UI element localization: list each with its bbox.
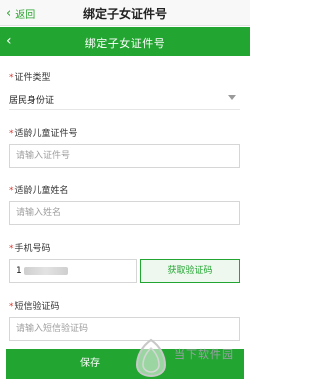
child-name-label: *适龄儿童姓名 — [9, 183, 69, 196]
required-mark: * — [9, 186, 14, 196]
bind-form: *证件类型 居民身份证 *适龄儿童证件号 请输入证件号 *适龄儿童姓名 请输入姓… — [0, 56, 250, 387]
child-id-input[interactable]: 请输入证件号 — [9, 144, 240, 168]
required-mark: * — [9, 129, 14, 139]
phone-value: 1 — [16, 266, 22, 276]
child-name-input[interactable]: 请输入姓名 — [9, 201, 240, 225]
page-title: 绑定子女证件号 — [84, 37, 166, 50]
child-id-label: *适龄儿童证件号 — [9, 126, 78, 139]
save-label: 保存 — [80, 358, 100, 369]
phone-label: *手机号码 — [9, 241, 51, 254]
child-name-placeholder: 请输入姓名 — [16, 208, 62, 218]
system-top-bar: ‹ 返回 绑定子女证件号 — [0, 0, 250, 26]
get-code-button[interactable]: 获取验证码 — [140, 259, 240, 283]
top-title: 绑定子女证件号 — [82, 7, 167, 21]
watermark: 当下软件园 — [130, 336, 242, 380]
sms-code-label-text: 短信验证码 — [14, 302, 60, 312]
id-type-label-text: 证件类型 — [14, 73, 51, 83]
phone-input[interactable]: 1 — [9, 259, 137, 283]
id-type-value: 居民身份证 — [9, 96, 55, 106]
child-id-placeholder: 请输入证件号 — [16, 151, 71, 161]
child-id-label-text: 适龄儿童证件号 — [14, 129, 78, 139]
id-type-select[interactable]: 居民身份证 — [9, 86, 240, 110]
watermark-logo-icon — [135, 338, 167, 378]
watermark-text: 当下软件园 — [174, 348, 234, 361]
sms-code-label: *短信验证码 — [9, 299, 60, 312]
phone-label-text: 手机号码 — [14, 244, 51, 254]
sms-code-placeholder: 请输入短信验证码 — [16, 324, 89, 334]
required-mark: * — [9, 73, 14, 83]
required-mark: * — [9, 244, 14, 254]
blurred-digits — [23, 266, 68, 275]
required-mark: * — [9, 302, 14, 312]
child-name-label-text: 适龄儿童姓名 — [14, 186, 69, 196]
id-type-label: *证件类型 — [9, 70, 51, 83]
page-header: ‹ 绑定子女证件号 — [0, 27, 250, 56]
dropdown-caret-icon — [228, 95, 236, 100]
